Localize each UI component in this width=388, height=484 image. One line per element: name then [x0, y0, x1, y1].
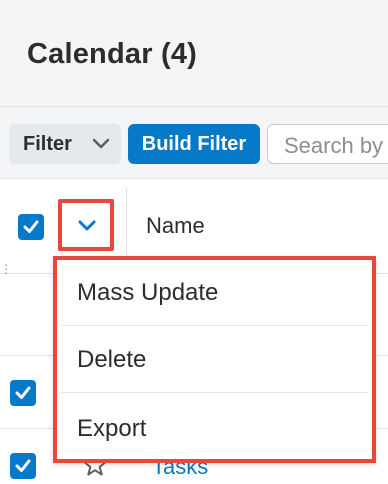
- menu-item-mass-update[interactable]: Mass Update: [61, 260, 368, 326]
- filter-bar: Filter Build Filter Search by: [0, 107, 388, 179]
- menu-item-label: Export: [77, 415, 147, 442]
- mass-actions-menu: Mass Update Delete Export: [53, 256, 376, 463]
- column-divider: [126, 187, 127, 265]
- checkmark-icon: [23, 220, 39, 233]
- filter-label: Filter: [23, 133, 72, 155]
- chevron-down-icon: [91, 136, 111, 152]
- resize-handle: ⋮: [0, 262, 12, 276]
- select-all-checkbox[interactable]: [18, 214, 44, 240]
- page-header: Calendar (4): [0, 0, 388, 107]
- row-checkbox[interactable]: [10, 453, 36, 479]
- menu-item-label: Mass Update: [77, 279, 219, 306]
- page-title: Calendar (4): [27, 38, 197, 70]
- name-column-header[interactable]: Name: [146, 213, 205, 239]
- search-placeholder: Search by: [284, 133, 384, 158]
- filter-dropdown-button[interactable]: Filter: [9, 124, 121, 164]
- build-filter-button[interactable]: Build Filter: [128, 124, 260, 164]
- checkmark-icon: [15, 459, 31, 472]
- checkmark-icon: [15, 386, 31, 399]
- mass-actions-toggle[interactable]: [58, 199, 114, 251]
- menu-item-delete[interactable]: Delete: [61, 327, 368, 393]
- search-input[interactable]: Search by: [267, 124, 388, 164]
- row-checkbox[interactable]: [10, 380, 36, 406]
- menu-item-export[interactable]: Export: [61, 396, 368, 462]
- menu-item-label: Delete: [77, 346, 147, 373]
- chevron-down-icon: [78, 220, 96, 231]
